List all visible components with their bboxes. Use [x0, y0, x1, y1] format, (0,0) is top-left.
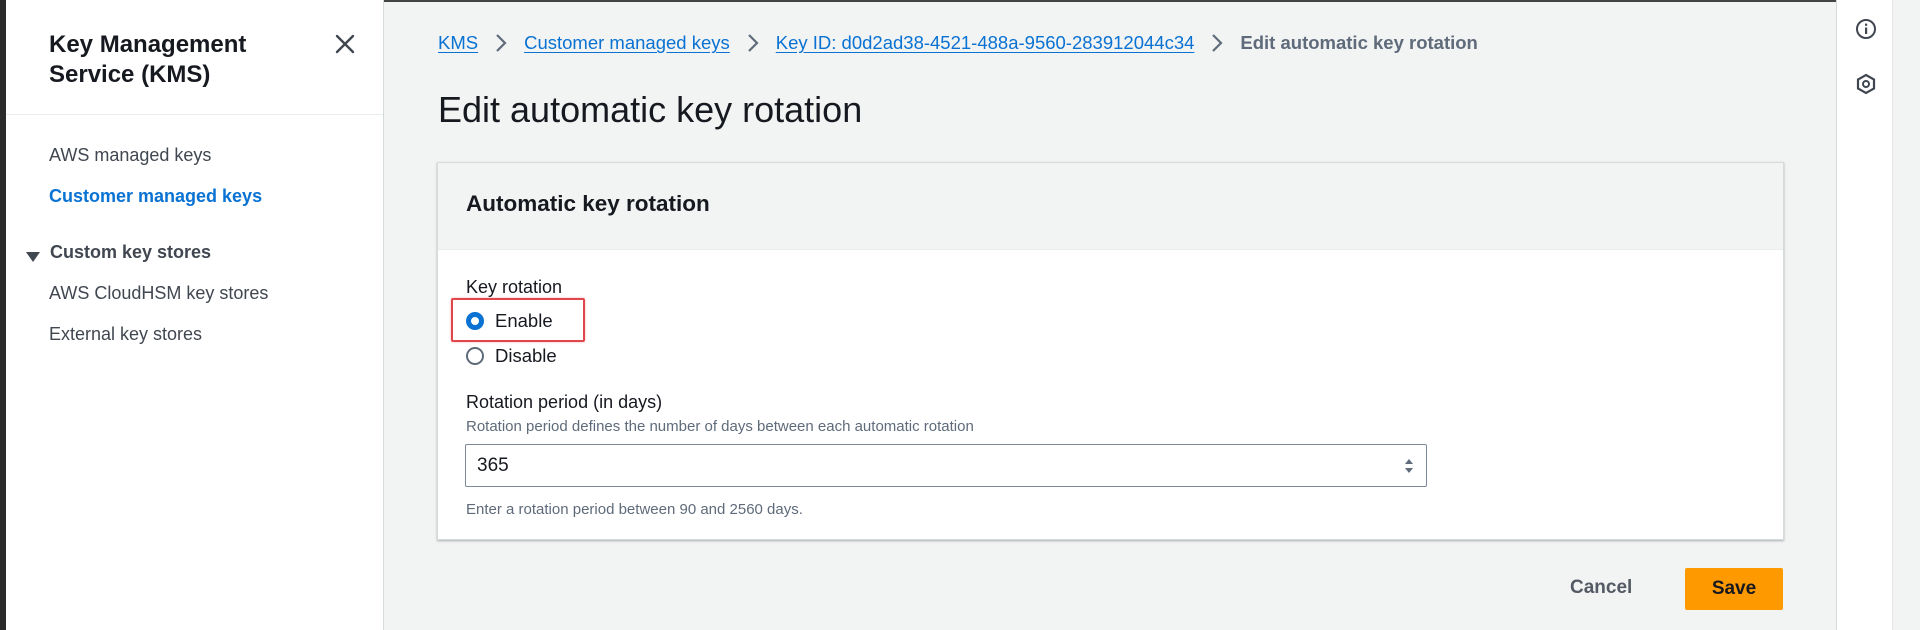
chevron-right-icon — [494, 33, 508, 53]
breadcrumb-kms[interactable]: KMS — [438, 31, 478, 55]
sidebar-section-label: Custom key stores — [50, 242, 212, 262]
hexagon-icon[interactable] — [1855, 73, 1877, 95]
info-icon[interactable] — [1855, 18, 1877, 40]
sidebar-nav: AWS managed keys Customer managed keys C… — [6, 115, 383, 355]
enable-radio-option[interactable]: Enable — [466, 310, 553, 332]
sidebar: Key Management Service (KMS) AWS managed… — [6, 0, 384, 630]
sidebar-item-customer-managed-keys[interactable]: Customer managed keys — [6, 176, 383, 217]
cancel-button[interactable]: Cancel — [1554, 567, 1648, 609]
panel-title: Automatic key rotation — [466, 191, 710, 216]
key-rotation-panel: Automatic key rotation Key rotation Enab… — [437, 162, 1784, 540]
panel-header: Automatic key rotation — [438, 163, 1783, 250]
chevron-right-icon — [746, 33, 760, 53]
key-rotation-label: Key rotation — [466, 277, 563, 297]
rotation-period-field: Rotation period (in days) Rotation perio… — [466, 391, 974, 437]
disable-radio-label: Disable — [495, 345, 557, 366]
disable-radio-option[interactable]: Disable — [466, 345, 557, 367]
disable-radio[interactable] — [466, 347, 484, 365]
caret-down-icon — [26, 247, 40, 262]
sidebar-section-custom-key-stores[interactable]: Custom key stores — [6, 232, 383, 273]
rotation-period-constraint: Enter a rotation period between 90 and 2… — [466, 501, 803, 518]
close-icon[interactable] — [331, 30, 359, 58]
breadcrumb-customer-managed-keys[interactable]: Customer managed keys — [524, 31, 730, 55]
utility-rail — [1836, 0, 1892, 630]
stepper-icon[interactable] — [1404, 457, 1414, 475]
sidebar-header: Key Management Service (KMS) — [6, 0, 383, 115]
breadcrumb: KMS Customer managed keys Key ID: d0d2ad… — [438, 31, 1478, 55]
sidebar-item-aws-managed-keys[interactable]: AWS managed keys — [6, 135, 383, 176]
rotation-period-value: 365 — [477, 454, 509, 476]
page-title: Edit automatic key rotation — [438, 89, 863, 130]
scrollbar-track[interactable] — [1892, 0, 1920, 630]
enable-radio[interactable] — [466, 312, 484, 330]
breadcrumb-key-id[interactable]: Key ID: d0d2ad38-4521-488a-9560-28391204… — [776, 31, 1195, 55]
rotation-period-description: Rotation period defines the number of da… — [466, 418, 974, 435]
sidebar-title: Key Management Service (KMS) — [49, 31, 247, 88]
breadcrumb-current: Edit automatic key rotation — [1240, 32, 1478, 53]
save-button[interactable]: Save — [1685, 568, 1783, 610]
sidebar-item-cloudhsm-key-stores[interactable]: AWS CloudHSM key stores — [6, 273, 383, 314]
chevron-right-icon — [1210, 33, 1224, 53]
rotation-period-input[interactable]: 365 — [465, 444, 1427, 487]
rotation-period-label: Rotation period (in days) — [466, 392, 663, 412]
sidebar-item-external-key-stores[interactable]: External key stores — [6, 314, 383, 355]
enable-radio-label: Enable — [495, 310, 553, 331]
main-content: KMS Customer managed keys Key ID: d0d2ad… — [385, 0, 1835, 630]
